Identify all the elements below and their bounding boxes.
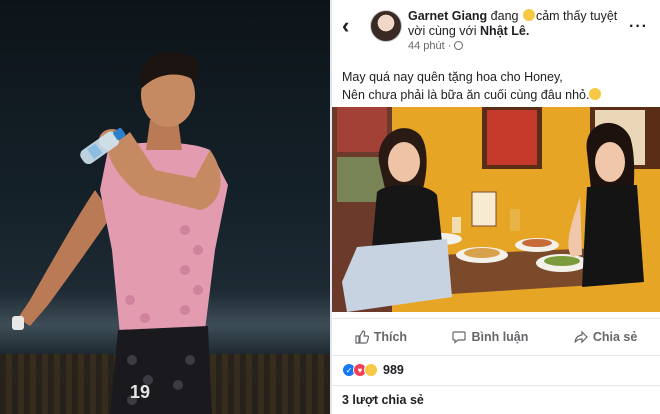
author-name[interactable]: Garnet Giang — [408, 9, 487, 23]
divider-line — [332, 385, 660, 386]
like-button[interactable]: Thích — [355, 330, 407, 344]
globe-icon — [454, 41, 464, 50]
author-avatar[interactable] — [370, 10, 402, 42]
reactions-summary[interactable]: ✓ ♥ 989 — [342, 362, 404, 378]
facebook-post: ‹ Garnet Giang đang cảm thấy tuyệt vời c… — [332, 0, 660, 414]
post-time[interactable]: 44 phút · — [408, 40, 451, 52]
tagged-user[interactable]: Nhật Lê. — [480, 24, 529, 38]
reaction-count: 989 — [383, 363, 404, 377]
feeling-emoji-icon — [522, 9, 535, 21]
feeling-prefix: đang — [490, 9, 519, 23]
caption-line-1: May quá nay quên tặng hoa cho Honey, — [342, 70, 563, 84]
share-arrow-icon — [574, 330, 588, 344]
player-figure: 19 — [12, 52, 228, 414]
like-label: Thích — [373, 330, 408, 344]
comment-bubble-icon — [452, 331, 467, 344]
restaurant-scene — [332, 107, 660, 312]
post-photo[interactable] — [332, 107, 660, 312]
caption-line-2: Nên chưa phải là bữa ăn cuối cùng đâu nh… — [342, 86, 652, 104]
player-photo: 19 — [0, 0, 330, 414]
post-action-bar: Thích Bình luận Chia sẻ — [332, 318, 660, 356]
with-text: vời cùng với — [408, 24, 477, 38]
comment-button[interactable]: Bình luận — [452, 330, 528, 344]
thumbs-up-icon — [355, 330, 369, 344]
feeling-text: cảm thấy tuyệt — [535, 9, 618, 23]
share-label: Chia sẻ — [592, 330, 638, 344]
comment-label: Bình luận — [471, 330, 529, 344]
share-button[interactable]: Chia sẻ — [574, 330, 637, 344]
post-caption: May quá nay quên tặng hoa cho Honey, Nên… — [342, 68, 652, 104]
post-header: ‹ Garnet Giang đang cảm thấy tuyệt vời c… — [332, 0, 660, 60]
back-button[interactable]: ‹ — [342, 14, 362, 38]
laughing-emoji-icon — [589, 88, 602, 100]
svg-text:19: 19 — [130, 382, 150, 402]
haha-reaction-icon — [364, 363, 378, 377]
post-meta: 44 phút · — [408, 40, 464, 52]
more-options-button[interactable]: ··· — [629, 18, 648, 36]
share-count[interactable]: 3 lượt chia sẻ — [342, 393, 424, 407]
caption-line-2-text: Nên chưa phải là bữa ăn cuối cùng đâu nh… — [342, 88, 590, 102]
post-author-line: Garnet Giang đang cảm thấy tuyệt vời cùn… — [408, 9, 620, 39]
